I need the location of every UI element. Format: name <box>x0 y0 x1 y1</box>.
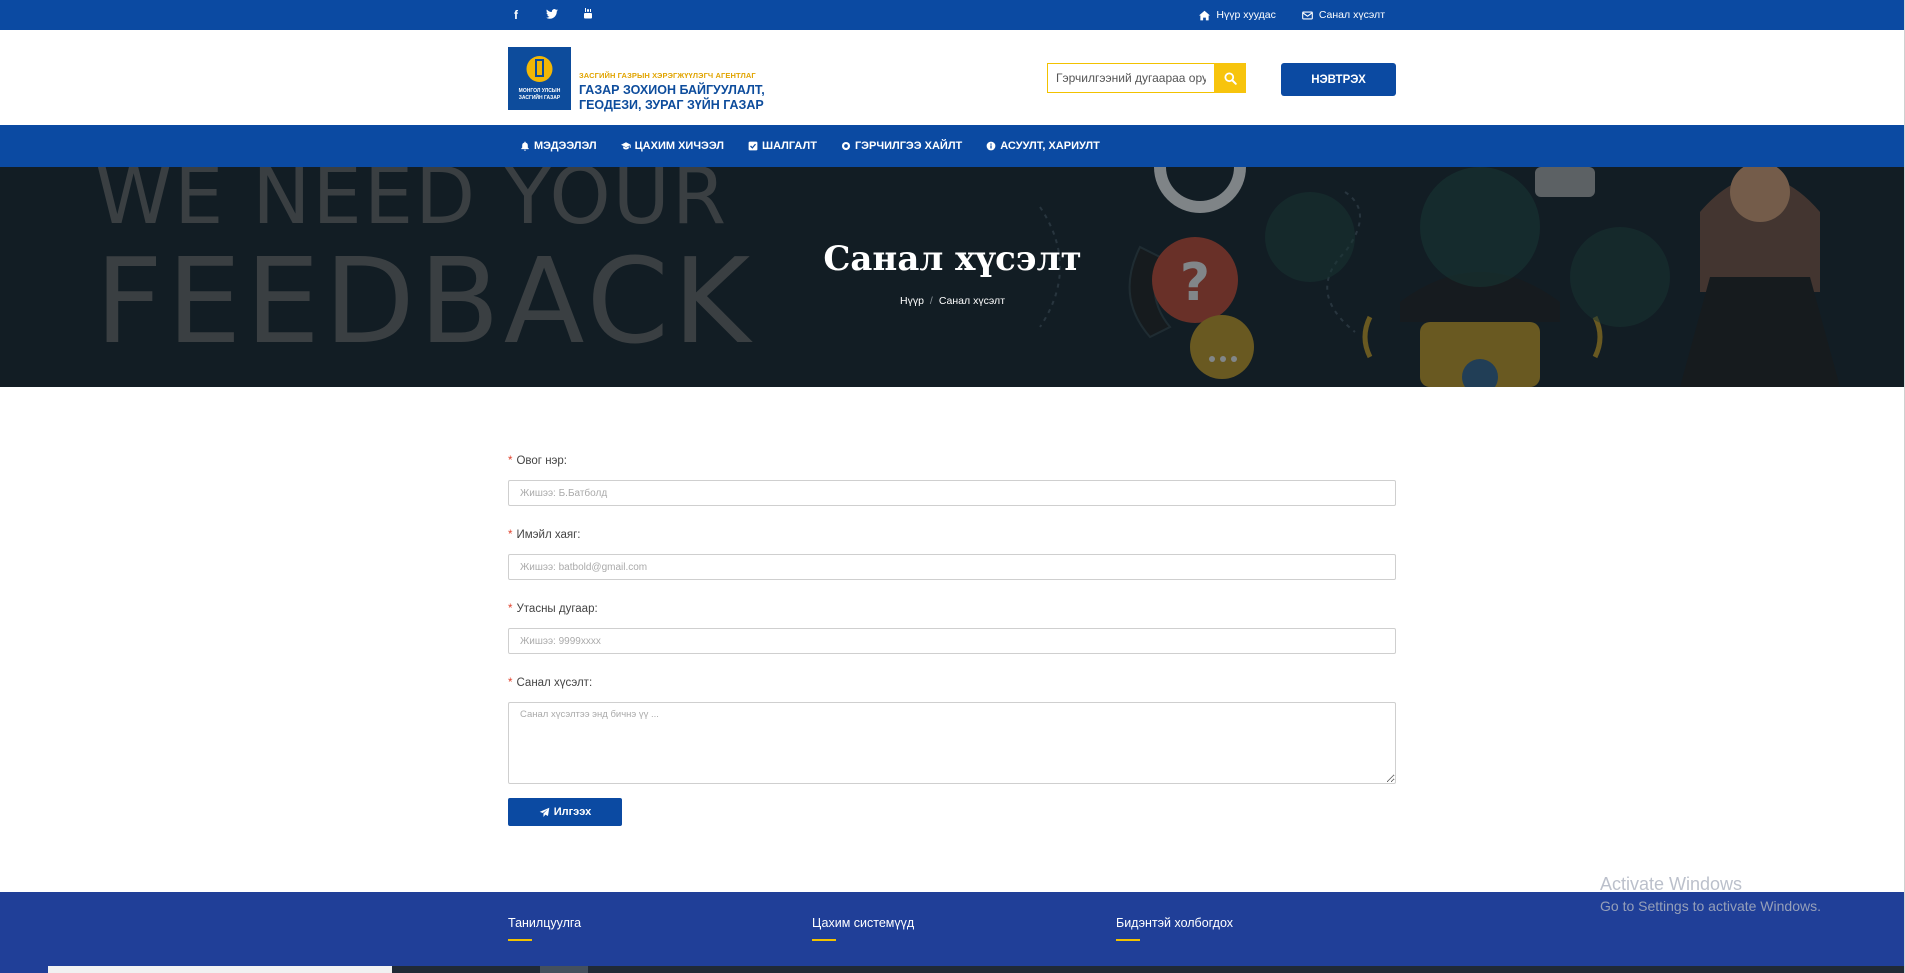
certificate-search <box>1047 63 1246 93</box>
logo-title[interactable]: ГАЗАР ЗОХИОН БАЙГУУЛАЛТ, ГЕОДЕЗИ, ЗУРАГ … <box>579 83 765 113</box>
hero-banner: WE NEED YOUR FEEDBACK ? Санал хүсэлт Нүү… <box>0 167 1905 387</box>
footer-underline <box>812 939 836 941</box>
footer-col-systems: Цахим системүүд <box>812 916 914 941</box>
phone-field[interactable] <box>508 628 1396 654</box>
nav-item-news-label: МЭДЭЭЛЭЛ <box>534 140 597 152</box>
page: f Нүүр хуудас Санал хүсэлт МОНГОЛ УЛСЫН … <box>0 0 1905 973</box>
nav-item-faq[interactable]: АСУУЛТ, ХАРИУЛТ <box>986 140 1100 152</box>
logo-emblem[interactable]: МОНГОЛ УЛСЫН ЗАСГИЙН ГАЗАР <box>508 47 571 110</box>
top-bar: f Нүүр хуудас Санал хүсэлт <box>0 0 1905 30</box>
nav-item-certificate-search[interactable]: ГЭРЧИЛГЭЭ ХАЙЛТ <box>841 140 962 152</box>
feedback-link[interactable]: Санал хүсэлт <box>1301 9 1385 21</box>
nav-item-news[interactable]: МЭДЭЭЛЭЛ <box>520 140 597 152</box>
phone-field-label-text: Утасны дугаар: <box>516 603 598 615</box>
logo-subtitle: ЗАСГИЙН ГАЗРЫН ХЭРЭГЖҮҮЛЭГЧ АГЕНТЛАГ <box>579 71 756 80</box>
feedback-link-label: Санал хүсэлт <box>1318 9 1385 21</box>
logo-title-line2: ГЕОДЕЗИ, ЗУРАГ ЗҮЙН ГАЗАР <box>579 98 764 112</box>
feedback-form: *Овог нэр: *Имэйл хаяг: *Утасны дугаар: … <box>508 455 1396 826</box>
phone-field-label: * Утасны дугаар: <box>508 603 1396 617</box>
footer-partial-content <box>48 966 392 973</box>
required-mark: * <box>508 677 513 689</box>
footer-col-contact: Бидэнтэй холбогдох <box>1116 916 1233 941</box>
activate-windows-subtitle: Go to Settings to activate Windows. <box>1600 898 1821 914</box>
top-links: Нүүр хуудас Санал хүсэлт <box>1199 0 1385 30</box>
required-mark: * <box>508 603 513 615</box>
youtube-icon[interactable] <box>580 8 596 22</box>
home-link-label: Нүүр хуудас <box>1216 9 1276 21</box>
envelope-icon <box>1301 11 1313 19</box>
nav-item-elearning-label: ЦАХИМ ХИЧЭЭЛ <box>634 140 725 152</box>
footer-partial-element <box>540 966 588 973</box>
bell-icon <box>521 141 529 151</box>
nav-item-certificate-search-label: ГЭРЧИЛГЭЭ ХАЙЛТ <box>854 140 963 152</box>
graduation-cap-icon <box>620 142 631 150</box>
certificate-icon <box>841 141 850 151</box>
certificate-search-input[interactable] <box>1047 63 1214 93</box>
footer-col-about: Танилцуулга <box>508 916 581 941</box>
checkbox-icon <box>748 141 758 151</box>
send-button-label: Илгээх <box>553 806 592 818</box>
page-title: Санал хүсэлт <box>823 239 1082 279</box>
feedback-field-label-text: Санал хүсэлт: <box>516 677 593 689</box>
nav-item-exam[interactable]: ШАЛГАЛТ <box>748 140 817 152</box>
nav-item-exam-label: ШАЛГАЛТ <box>762 140 817 152</box>
breadcrumb: Нүүр / Санал хүсэлт <box>0 295 1905 307</box>
breadcrumb-separator: / <box>929 295 933 307</box>
facebook-icon[interactable]: f <box>508 8 524 22</box>
nav-item-faq-label: АСУУЛТ, ХАРИУЛТ <box>1000 140 1100 152</box>
search-icon <box>1223 71 1237 85</box>
svg-text:ЗАСГИЙН ГАЗАР: ЗАСГИЙН ГАЗАР <box>519 93 561 101</box>
header: МОНГОЛ УЛСЫН ЗАСГИЙН ГАЗАР ЗАСГИЙН ГАЗРЫ… <box>0 30 1905 125</box>
send-button[interactable]: Илгээх <box>508 798 622 826</box>
email-field-label-text: Имэйл хаяг: <box>516 529 581 541</box>
feedback-textarea[interactable] <box>508 702 1396 784</box>
search-button[interactable] <box>1214 63 1246 93</box>
home-link[interactable]: Нүүр хуудас <box>1199 9 1276 21</box>
breadcrumb-home[interactable]: Нүүр <box>900 295 924 307</box>
name-field[interactable] <box>508 480 1396 506</box>
footer-col-systems-title: Цахим системүүд <box>812 916 915 930</box>
home-icon <box>1199 10 1211 20</box>
twitter-icon[interactable] <box>544 8 560 22</box>
footer-col-contact-title: Бидэнтэй холбогдох <box>1116 916 1234 930</box>
breadcrumb-current: Санал хүсэлт <box>938 295 1005 307</box>
social-links: f <box>508 0 596 30</box>
footer-underline <box>508 939 532 941</box>
logo-title-line1: ГАЗАР ЗОХИОН БАЙГУУЛАЛТ, <box>579 83 765 97</box>
activate-windows-title: Activate Windows <box>1600 874 1743 894</box>
main-nav: МЭДЭЭЛЭЛ ЦАХИМ ХИЧЭЭЛ ШАЛГАЛТ ГЭРЧИЛГЭЭ … <box>0 125 1905 167</box>
name-field-label-text: Овог нэр: <box>516 455 568 467</box>
nav-item-elearning[interactable]: ЦАХИМ ХИЧЭЭЛ <box>620 140 725 152</box>
email-field[interactable] <box>508 554 1396 580</box>
feedback-field-label: * Санал хүсэлт: <box>508 677 1396 691</box>
email-field-label: * Имэйл хаяг: <box>508 529 1396 543</box>
svg-text:МОНГОЛ УЛСЫН: МОНГОЛ УЛСЫН <box>519 88 561 94</box>
footer-underline <box>1116 939 1140 941</box>
paper-plane-icon <box>539 807 549 817</box>
info-icon <box>986 141 996 151</box>
required-mark: * <box>508 529 513 541</box>
content-area: f Нүүр хуудас Санал хүсэлт МОНГОЛ УЛСЫН … <box>0 0 1905 973</box>
required-mark: * <box>508 455 513 467</box>
name-field-label: * Овог нэр: <box>508 455 1396 469</box>
footer-col-about-title: Танилцуулга <box>508 916 582 930</box>
login-button[interactable]: НЭВТРЭХ <box>1281 63 1396 96</box>
footer-bottom-strip <box>392 966 1905 973</box>
